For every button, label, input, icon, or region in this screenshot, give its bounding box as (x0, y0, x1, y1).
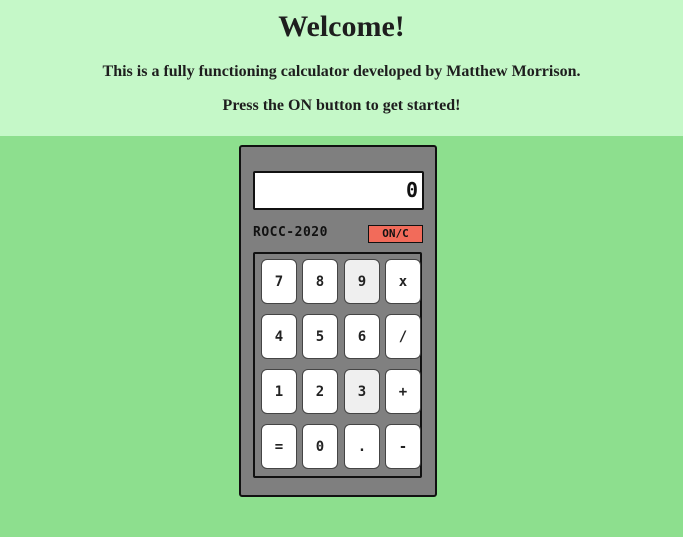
intro-text: This is a fully functioning calculator d… (102, 63, 581, 80)
key-divide[interactable]: / (385, 314, 421, 359)
key-6[interactable]: 6 (344, 314, 380, 359)
key-multiply[interactable]: x (385, 259, 421, 304)
key-0[interactable]: 0 (302, 424, 338, 469)
page-title: Welcome! (278, 10, 405, 43)
key-subtract[interactable]: - (385, 424, 421, 469)
key-4[interactable]: 4 (261, 314, 297, 359)
key-2[interactable]: 2 (302, 369, 338, 414)
key-decimal[interactable]: . (344, 424, 380, 469)
key-equals[interactable]: = (261, 424, 297, 469)
key-add[interactable]: + (385, 369, 421, 414)
key-7[interactable]: 7 (261, 259, 297, 304)
header: Welcome! This is a fully functioning cal… (0, 0, 683, 136)
key-9[interactable]: 9 (344, 259, 380, 304)
on-clear-button[interactable]: ON/C (368, 225, 423, 243)
calculator: 0 ROCC-2020 ON/C 7 8 9 x 4 5 6 / 1 2 3 +… (239, 145, 437, 497)
key-8[interactable]: 8 (302, 259, 338, 304)
key-5[interactable]: 5 (302, 314, 338, 359)
key-1[interactable]: 1 (261, 369, 297, 414)
model-label: ROCC-2020 (253, 225, 328, 240)
instruction-text: Press the ON button to get started! (222, 97, 461, 114)
key-3[interactable]: 3 (344, 369, 380, 414)
calculator-display: 0 (253, 171, 424, 210)
keypad: 7 8 9 x 4 5 6 / 1 2 3 + = 0 . - (253, 252, 422, 478)
